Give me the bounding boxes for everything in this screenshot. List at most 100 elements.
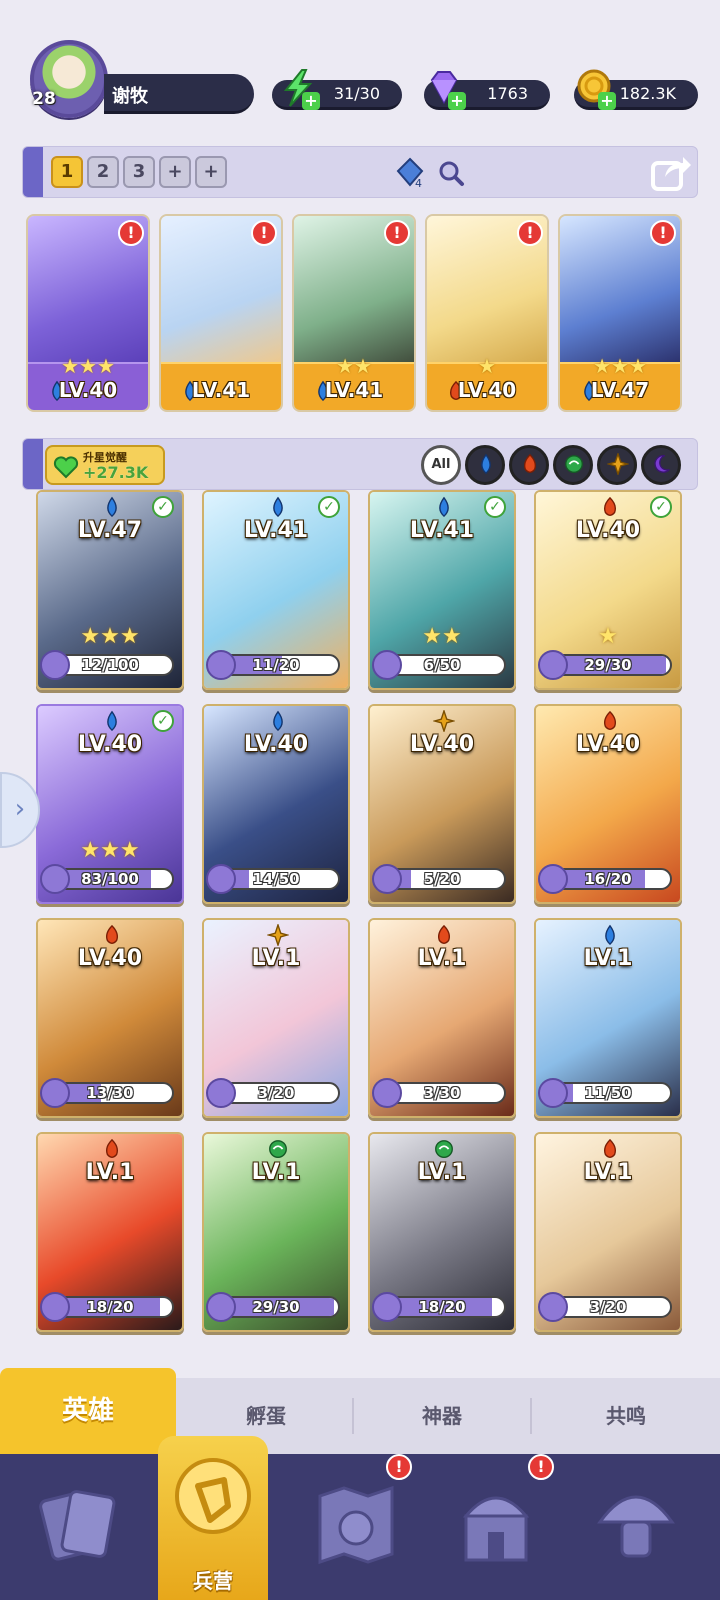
team-hero-card[interactable]: ★ LV.40 ! [425,214,549,412]
hero-card[interactable]: LV.1 3/30 [368,918,516,1118]
add-gold-icon[interactable]: + [598,92,616,110]
hero-level: LV.1 [417,1160,467,1185]
side-expand-tab[interactable]: › [0,772,40,848]
hero-card[interactable]: LV.40 14/50 [202,704,350,904]
hero-card[interactable]: LV.40 13/30 [36,918,184,1118]
hero-card[interactable]: LV.1 18/20 [368,1132,516,1332]
hero-level: LV.40 [77,946,143,971]
filter-dark-icon[interactable] [641,445,681,485]
hero-stars: ★★ [422,624,462,649]
filter-wind-icon[interactable] [553,445,593,485]
fire-element-icon [433,924,455,948]
upgrade-alert-icon: ! [650,220,676,246]
fire-element-icon [599,1138,621,1162]
mushroom-icon[interactable] [586,1466,686,1576]
water-element-icon [101,496,123,520]
hero-level: LV.47 [77,518,143,543]
hero-card[interactable]: ✓ LV.40 ★★★ 83/100 [36,704,184,904]
hero-card[interactable]: LV.1 11/50 [534,918,682,1118]
player-name-pill[interactable]: 谢牧 [104,74,254,114]
team-tab-1[interactable]: 1 [51,156,83,188]
add-gems-icon[interactable]: + [448,92,466,110]
hero-card[interactable]: LV.1 29/30 [202,1132,350,1332]
fragment-icon [372,1078,402,1108]
hero-level: LV.40 [409,732,475,757]
map-icon[interactable] [306,1466,406,1576]
nav-barracks-label: 兵营 [193,1569,233,1593]
hero-stars: ★★★ [61,354,115,378]
hero-card[interactable]: LV.40 16/20 [534,704,682,904]
filter-light-icon[interactable] [597,445,637,485]
hero-card[interactable]: LV.1 18/20 [36,1132,184,1332]
fragment-icon [538,1292,568,1322]
hero-filter-bar: 升星觉醒 +27.3K All [22,438,698,490]
hero-stars: ★ [598,624,618,649]
hero-card[interactable]: ✓ LV.41 ★★ 6/50 [368,490,516,690]
temple-icon[interactable] [446,1466,546,1576]
star-awaken-panel[interactable]: 升星觉醒 +27.3K [45,445,165,485]
hero-level: LV.40 [575,518,641,543]
awaken-value: +27.3K [83,463,149,482]
hero-level: LV.41 [409,518,475,543]
filter-water-icon[interactable] [465,445,505,485]
hero-card[interactable]: ✓ LV.47 ★★★ 12/100 [36,490,184,690]
fragment-icon [372,864,402,894]
energy-value: 31/30 [333,84,380,103]
nav-barracks[interactable]: 兵营 [158,1436,268,1600]
team-hero-card[interactable]: ★★ LV.41 ! [292,214,416,412]
heart-icon [53,456,79,479]
add-team-tab[interactable]: + [159,156,191,188]
share-icon[interactable] [649,151,693,195]
team-tab-3[interactable]: 3 [123,156,155,188]
fragment-icon [40,1292,70,1322]
fragment-icon [40,1078,70,1108]
fragment-icon [206,1078,236,1108]
team-gem-icon[interactable]: 4 [395,157,425,189]
hero-stars: ★★★ [80,624,140,649]
map-alert-icon: ! [386,1454,412,1480]
hero-level: LV.41 [191,378,251,402]
tab-artifact[interactable]: 神器 [354,1378,530,1454]
team-tab-2[interactable]: 2 [87,156,119,188]
bottom-nav: 兵营 ! ! [0,1436,720,1600]
hero-card[interactable]: LV.40 5/20 [368,704,516,904]
gems-value: 1763 [487,84,528,103]
hero-card[interactable]: LV.1 3/20 [202,918,350,1118]
hero-stars: ★★ [336,354,372,378]
add-energy-icon[interactable]: + [302,92,320,110]
hero-level: LV.47 [590,378,650,402]
hero-card[interactable]: ✓ LV.41 11/20 [202,490,350,690]
fragment-icon [206,650,236,680]
water-element-icon [101,710,123,734]
cards-icon[interactable] [28,1466,128,1576]
filter-all[interactable]: All [421,445,461,485]
team-preset-bar: 1 2 3 + + 4 [22,146,698,198]
upgrade-alert-icon: ! [384,220,410,246]
hero-card[interactable]: LV.1 3/20 [534,1132,682,1332]
deployed-check-icon: ✓ [318,496,340,518]
water-element-icon [433,496,455,520]
barracks-icon [175,1458,251,1534]
fire-element-icon [599,710,621,734]
add-team-tab[interactable]: + [195,156,227,188]
deployed-check-icon: ✓ [152,496,174,518]
hero-card[interactable]: ✓ LV.40 ★ 29/30 [534,490,682,690]
search-icon[interactable] [437,159,465,187]
hero-level: LV.1 [583,946,633,971]
team-hero-card[interactable]: LV.41 ! [159,214,283,412]
fragment-icon [372,1292,402,1322]
team-hero-card[interactable]: ★★★ LV.40 ! [26,214,150,412]
tab-resonance[interactable]: 共鸣 [532,1378,720,1454]
upgrade-alert-icon: ! [118,220,144,246]
fragment-icon [538,864,568,894]
team-hero-card[interactable]: ★★★ LV.47 ! [558,214,682,412]
temple-alert-icon: ! [528,1454,554,1480]
filter-fire-icon[interactable] [509,445,549,485]
hero-level: LV.1 [85,1160,135,1185]
gold-value: 182.3K [619,84,676,103]
hero-level: LV.40 [243,732,309,757]
tab-heroes[interactable]: 英雄 [0,1368,176,1454]
hero-level: LV.41 [324,378,384,402]
fragment-icon [206,864,236,894]
wind-element-icon [433,1138,455,1162]
